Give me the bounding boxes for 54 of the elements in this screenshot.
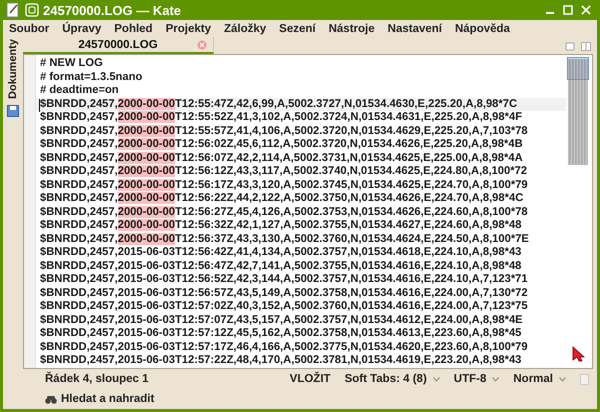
code-line: $BNRDD,2457,2000-00-00T12:56:07Z,42,2,114,A,5002.3731,N,01534.4625,E,225.00,A,8,98*4A (39, 152, 524, 165)
document-icon (5, 2, 21, 18)
code-line: $BNRDD,2457,2000-00-00T12:56:02Z,45,6,112,A,5002.3720,N,01534.4626,E,225.20,A,8,98*4B (39, 138, 524, 152)
menu-item[interactable]: Úpravy (62, 23, 102, 35)
code-line: $BNRDD,2457,2000-00-00T12:56:17Z,43,3,120,A,5002.3745,N,01534.4625,E,224.70,A,8,100*79 (39, 178, 529, 192)
code-line: $BNRDD,2457,2000-00-00T12:55:57Z,41,4,106,A,5002.3720,N,01534.4629,E,225.20,A,7,103*78 (39, 124, 529, 138)
code-line: $BNRDD,2457,2015-06-03T12:56:47Z,42,7,141,A,5002.3755,N,01534.4616,E,224.10,A,8,98*48 (39, 260, 522, 273)
status-dropdown[interactable]: UTF-8 (454, 373, 500, 385)
window-menu-icon[interactable] (25, 3, 39, 17)
code-line: $BNRDD,2457,2000-00-00T12:56:22Z,44,2,122,A,5002.3750,N,01534.4626,E,224.70,A,8,98*4C (39, 192, 524, 206)
code-line: $BNRDD,2457,2015-06-03T12:57:07Z,43,5,157,A,5002.3757,N,01534.4612,E,224.00,A,8,98*4E (39, 314, 524, 327)
code-line: $BNRDD,2457,2015-06-03T12:56:52Z,42,3,144,A,5002.3757,N,01534.4616,E,224.10,A,7,123*71 (39, 273, 529, 286)
status-dropdown[interactable]: Normal (513, 373, 566, 385)
code-line: $BNRDD,2457,2000-00-00T12:55:52Z,41,3,102,A,5002.3724,N,01534.4631,E,225.20,A,8,98*4F (39, 111, 524, 124)
document-icon (580, 374, 589, 384)
code-line: $BNRDD,2457,2000-00-00T12:56:27Z,45,4,126,A,5002.3753,N,01534.4626,E,224.60,A,8,100*78 (39, 206, 529, 219)
minimap-drawing[interactable] (567, 57, 589, 167)
maximize-icon[interactable] (561, 3, 575, 17)
code-line: $BNRDD,2457,2000-00-00T12:56:37Z,43,3,130,A,5002.3760,N,01534.4624,E,224.50,A,8,100*7E (39, 232, 530, 246)
floppy-icon[interactable] (7, 105, 19, 117)
chevron-down-icon (432, 376, 440, 382)
search-replace-tool[interactable]: Hledat a nahradit (61, 393, 154, 405)
menu-item[interactable]: Záložky (224, 23, 266, 35)
menu-item[interactable]: Projekty (166, 23, 211, 35)
mouse-pointer-icon (572, 346, 586, 362)
input-mode[interactable]: VLOŽIT (290, 373, 331, 385)
code-line: $BNRDD,2457,2015-06-03T12:56:42Z,41,4,134,A,5002.3757,N,01534.4618,E,224.10,A,8,98*43 (39, 246, 522, 260)
menu-item[interactable]: Pohled (114, 23, 153, 35)
cursor-position: Řádek 4, sloupec 1 (45, 373, 149, 385)
status-dropdown[interactable]: Soft Tabs: 4 (8) (344, 373, 440, 385)
code-line: # format=1.3.5nano (39, 70, 144, 84)
new-tab-icon[interactable] (565, 41, 575, 51)
menu-item[interactable]: Nastavení (388, 23, 442, 35)
close-tab-icon[interactable] (197, 40, 207, 50)
code-line: $BNRDD,2457,2015-06-03T12:57:02Z,40,3,152,A,5002.3760,N,01534.4616,E,224.00,A,7,123*75 (39, 300, 529, 314)
menu-item[interactable]: Sezení (279, 23, 316, 35)
code-line: # deadtime=on (39, 84, 120, 98)
code-line: $BNRDD,2457,2015-06-03T12:57:22Z,48,4,170,A,5002.3781,N,01534.4619,E,223.20,A,8,98*43 (39, 354, 522, 368)
code-line: $BNRDD,2457,2015-06-03T12:57:17Z,46,4,166,A,5002.3775,N,01534.4620,E,223.60,A,8,100*79 (39, 340, 529, 354)
sidebar-tab[interactable]: Dokumenty (6, 39, 20, 101)
menu-item[interactable]: Nástroje (328, 23, 375, 35)
code-line: $BNRDD,2457,2015-06-03T12:57:12Z,45,5,162,A,5002.3758,N,01534.4613,E,223.60,A,8,98*45 (39, 327, 522, 340)
code-line: # NEW LOG (39, 57, 104, 70)
binoculars-icon (45, 394, 57, 404)
menu-item[interactable]: Nápověda (454, 23, 510, 35)
code-line: $BNRDD,2457,2015-06-03T12:56:57Z,43,5,149,A,5002.3758,N,01534.4616,E,224.00,A,7,130*72 (39, 286, 529, 300)
chevron-down-icon (559, 376, 566, 382)
code-line: $BNRDD,2457,2000-00-00T12:56:12Z,43,3,117,A,5002.3740,N,01534.4625,E,224.80,A,8,100*72 (39, 165, 528, 178)
chevron-down-icon (492, 376, 500, 382)
close-icon[interactable] (579, 3, 593, 17)
window-title: 24570000.LOG — Kate (43, 2, 182, 18)
menu-item[interactable]: Soubor (9, 23, 50, 35)
split-view-icon[interactable] (581, 41, 591, 51)
code-line: $BNRDD,2457,2000-00-00T12:56:32Z,42,1,127,A,5002.3755,N,01534.4627,E,224.60,A,8,98*48 (39, 219, 522, 232)
